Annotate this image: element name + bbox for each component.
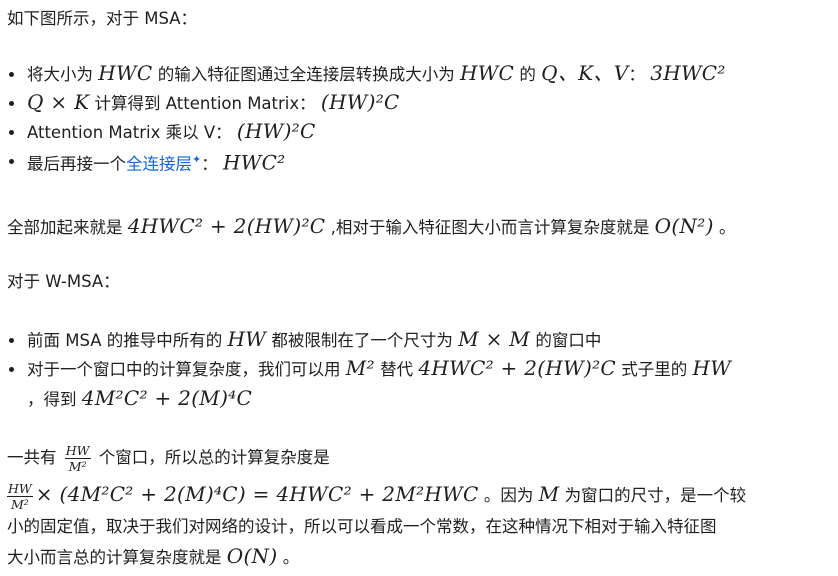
bullet-dot-icon — [7, 156, 15, 164]
article-body: 如下图所示，对于 MSA： 将大小为 HWC 的输入特征图通过全连接层转换成大小… — [0, 0, 838, 576]
final-paragraph-line-3: 大小而言总的计算复杂度就是 O(N) 。 — [7, 544, 300, 568]
math-expression: Q × K — [27, 90, 90, 114]
math-expression: (HW)²C — [236, 119, 316, 143]
math-expression: 3HWC² — [650, 61, 726, 85]
math-expression: × (4M²C² + 2(M)⁴C) = 4HWC² + 2M²HWC — [35, 482, 479, 506]
math-expression: O(N) — [226, 544, 278, 568]
msa-intro: 如下图所示，对于 MSA： — [7, 9, 198, 28]
sparkle-icon[interactable]: ✦ — [192, 153, 201, 166]
math-expression: O(N²) — [654, 214, 714, 238]
math-expression: 4M²C² + 2(M)⁴C — [81, 386, 253, 410]
math-expression: HW — [227, 327, 267, 351]
msa-summary: 全部加起来就是 4HWC² + 2(HW)²C ,相对于输入特征图大小而言计算复… — [7, 214, 736, 238]
bullet-dot-icon — [7, 335, 15, 343]
list-item-text: 将大小为 HWC 的输入特征图通过全连接层转换成大小为 HWC 的 Q、K、V：… — [27, 61, 726, 85]
math-expression: M — [538, 482, 560, 506]
fraction: HW M² — [64, 443, 91, 474]
math-expression: HW — [692, 356, 732, 380]
fraction: HW M² — [7, 481, 33, 512]
list-item-text: Q × K 计算得到 Attention Matrix： (HW)²C — [27, 90, 400, 114]
bullet-dot-icon — [7, 364, 15, 372]
bullet-dot-icon — [7, 98, 15, 106]
list-item-text-continued: ，得到 4M²C² + 2(M)⁴C — [27, 386, 253, 410]
math-expression: HWC — [459, 61, 515, 85]
math-expression: HWC² — [222, 150, 286, 175]
list-item-text: Attention Matrix 乘以 V： (HW)²C — [27, 119, 316, 143]
math-expression: 4HWC² + 2(HW)²C — [127, 214, 326, 238]
math-expression: Q、K、V — [541, 61, 629, 85]
list-item-text: 对于一个窗口中的计算复杂度，我们可以用 M² 替代 4HWC² + 2(HW)²… — [27, 356, 732, 380]
final-paragraph-line-2: 小的固定值，取决于我们对网络的设计，所以可以看成一个常数，在这种情况下相对于输入… — [7, 517, 717, 536]
math-expression: (HW)²C — [320, 90, 400, 114]
list-item-text: 前面 MSA 的推导中所有的 HW 都被限制在了一个尺寸为 M × M 的窗口中 — [27, 327, 602, 351]
math-expression: M² — [345, 356, 375, 380]
wmsa-intro: 对于 W-MSA： — [7, 272, 120, 291]
final-paragraph-line-1: HW M² × (4M²C² + 2(M)⁴C) = 4HWC² + 2M²HWC … — [7, 481, 747, 512]
math-expression: 4HWC² + 2(HW)²C — [418, 356, 617, 380]
fully-connected-layer-link[interactable]: 全连接层 — [126, 155, 192, 174]
windows-count-line: 一共有 HW M² 个窗口，所以总的计算复杂度是 — [7, 443, 330, 474]
math-expression: M × M — [458, 327, 531, 351]
bullet-dot-icon — [7, 69, 15, 77]
math-expression: HWC — [98, 61, 153, 85]
list-item-text: 最后再接一个全连接层✦： HWC² — [27, 150, 286, 175]
bullet-dot-icon — [7, 127, 15, 135]
